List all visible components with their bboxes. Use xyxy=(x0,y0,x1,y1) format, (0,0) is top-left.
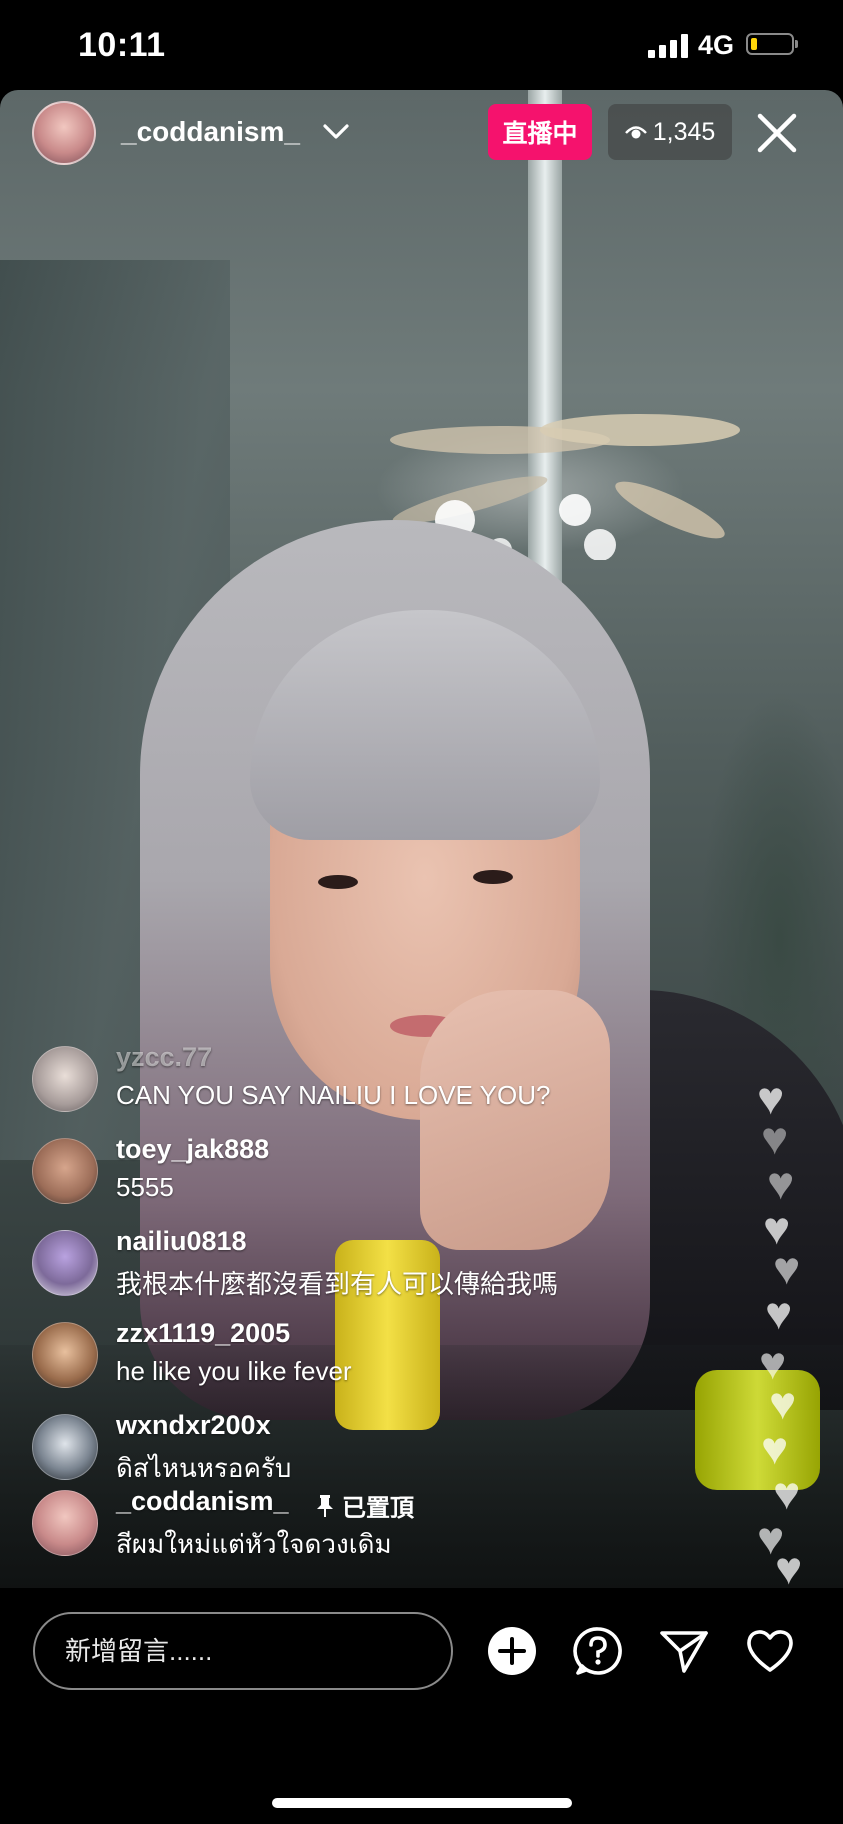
status-time: 10:11 xyxy=(78,26,166,64)
heart-icon: ♥ xyxy=(765,1287,793,1339)
live-header: _coddanism_ 直播中 1,345 xyxy=(0,90,843,180)
viewer-count-badge[interactable]: 1,345 xyxy=(608,104,732,160)
comment-text: 5555 xyxy=(116,1172,174,1202)
comment-username[interactable]: _coddanism_ xyxy=(116,1486,289,1517)
add-icon[interactable] xyxy=(486,1625,538,1677)
send-icon[interactable] xyxy=(658,1625,710,1677)
host-avatar[interactable] xyxy=(32,101,96,165)
pinned-badge: 已置頂 xyxy=(316,1488,414,1523)
heart-icon: ♥ xyxy=(767,1157,795,1209)
comment-text: ดิสไหนหรอครับ xyxy=(116,1453,292,1483)
heart-icon: ♥ xyxy=(773,1467,801,1519)
avatar[interactable] xyxy=(32,1490,98,1556)
cell-signal-icon xyxy=(648,34,690,58)
comment-username[interactable]: toey_jak888 xyxy=(116,1134,269,1165)
comment-username[interactable]: nailiu0818 xyxy=(116,1226,247,1257)
floating-hearts: ♥ ♥ ♥ ♥ ♥ ♥ ♥ ♥ ♥ ♥ ♥ ♥ xyxy=(755,1075,825,1595)
chevron-down-icon[interactable] xyxy=(322,122,350,142)
heart-icon: ♥ xyxy=(761,1422,789,1474)
heart-icon: ♥ xyxy=(769,1377,797,1429)
host-username[interactable]: _coddanism_ xyxy=(121,116,300,148)
live-badge: 直播中 xyxy=(488,104,592,160)
viewer-count: 1,345 xyxy=(652,117,716,146)
comment-item: wxndxr200x ดิสไหนหรอครับ xyxy=(32,1408,732,1488)
network-type: 4G xyxy=(698,30,735,60)
avatar[interactable] xyxy=(32,1138,98,1204)
comment-input[interactable] xyxy=(33,1612,453,1690)
pin-icon xyxy=(317,1494,333,1517)
comment-username[interactable]: wxndxr200x xyxy=(116,1410,271,1441)
pinned-label: 已置頂 xyxy=(342,1495,414,1522)
comment-text: สีผมใหม่แต่หัวใจดวงเดิม xyxy=(116,1529,392,1559)
avatar[interactable] xyxy=(32,1230,98,1296)
comment-text: he like you like fever xyxy=(116,1356,352,1386)
comment-username[interactable]: yzcc.77 xyxy=(116,1042,212,1073)
avatar[interactable] xyxy=(32,1414,98,1480)
avatar[interactable] xyxy=(32,1046,98,1112)
heart-icon: ♥ xyxy=(773,1242,801,1294)
heart-icon: ♥ xyxy=(761,1112,789,1164)
heart-icon: ♥ xyxy=(775,1542,803,1594)
pinned-comment: _coddanism_ 已置頂 สีผมใหม่แต่หัวใจดวงเดิม xyxy=(32,1484,732,1564)
comment-item: zzx1119_2005 he like you like fever xyxy=(32,1316,732,1396)
comment-text: CAN YOU SAY NAILIU I LOVE YOU? xyxy=(116,1080,551,1110)
heart-icon[interactable] xyxy=(744,1625,796,1677)
status-bar: 10:11 4G xyxy=(0,0,843,90)
comment-text: 我根本什麼都沒看到有人可以傳給我嗎 xyxy=(116,1269,559,1299)
close-icon[interactable] xyxy=(752,108,802,158)
comment-item: toey_jak888 5555 xyxy=(32,1132,732,1212)
comment-username[interactable]: zzx1119_2005 xyxy=(116,1318,290,1349)
avatar[interactable] xyxy=(32,1322,98,1388)
bottom-bar xyxy=(0,1588,843,1824)
question-icon[interactable] xyxy=(572,1625,624,1677)
home-indicator[interactable] xyxy=(272,1798,572,1808)
comment-item: nailiu0818 我根本什麼都沒看到有人可以傳給我嗎 xyxy=(32,1224,732,1304)
battery-icon xyxy=(746,33,798,55)
comment-item: yzcc.77 CAN YOU SAY NAILIU I LOVE YOU? xyxy=(32,1040,732,1120)
eye-icon xyxy=(624,126,647,139)
